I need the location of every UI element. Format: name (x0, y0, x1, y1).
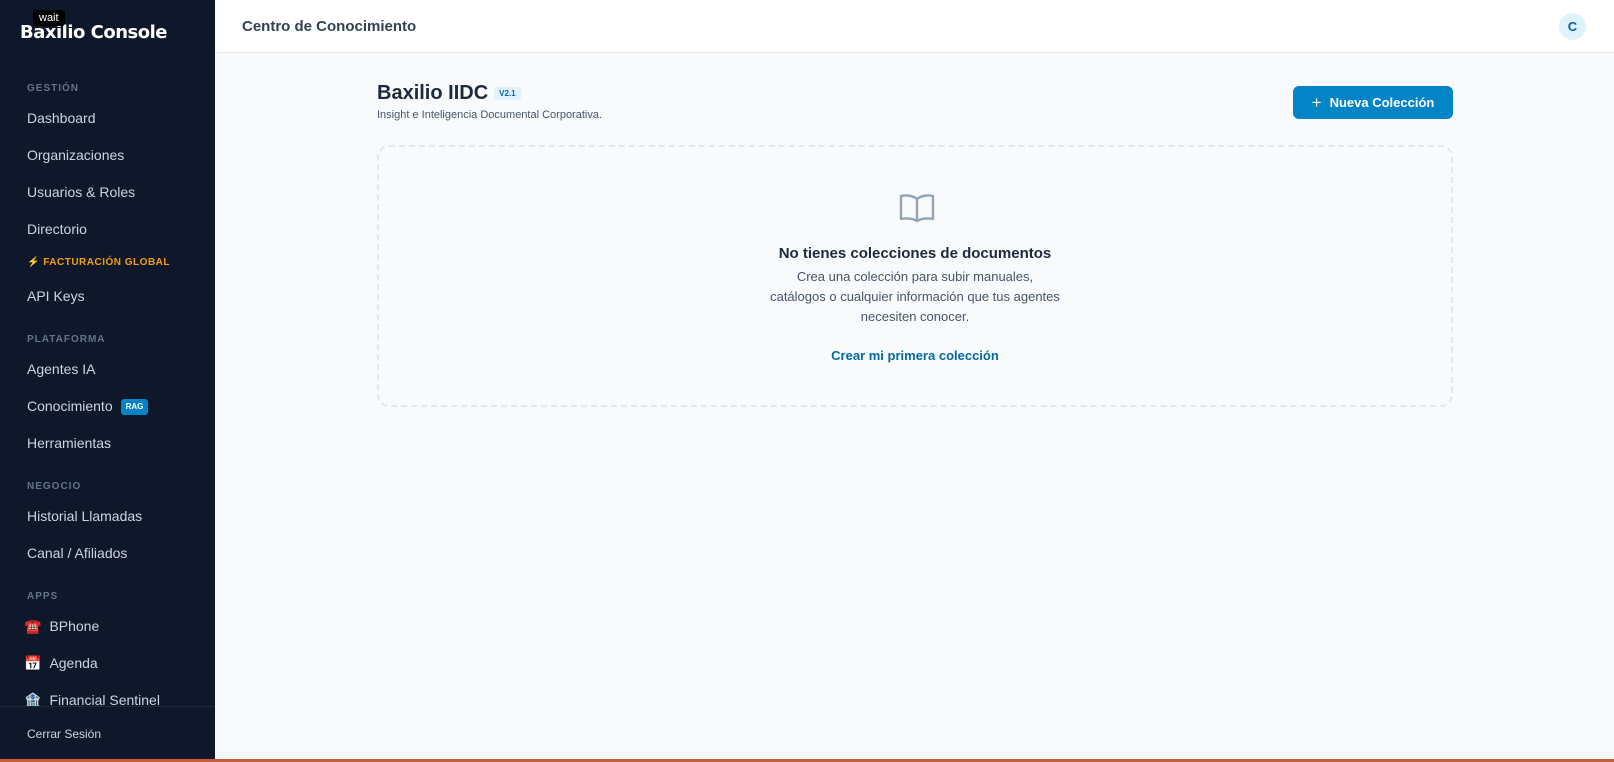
top-bar: Centro de Conocimiento C (215, 0, 1614, 53)
section-plataforma: PLATAFORMA (27, 334, 106, 345)
sidebar-footer: Cerrar Sesión (0, 706, 215, 762)
book-icon (899, 194, 935, 223)
sidebar-item-label: Organizaciones (27, 147, 125, 163)
section-apps: APPS (27, 591, 59, 602)
sidebar-item-label: Directorio (27, 221, 87, 237)
sidebar-item-label: Herramientas (27, 435, 112, 451)
empty-state-title: No tienes colecciones de documentos (778, 245, 1052, 262)
sidebar-item-facturacion[interactable]: ⚡ FACTURACIÓN GLOBAL (0, 248, 215, 278)
section-negocio: NEGOCIO (27, 481, 82, 492)
sidebar: Baxilio Console wait GESTIÓN Dashboard O… (0, 0, 215, 762)
sidebar-item-label: Agentes IA (27, 361, 96, 377)
sidebar-item-usuarios[interactable]: Usuarios & Roles (0, 174, 215, 211)
sidebar-item-historial[interactable]: Historial Llamadas (0, 498, 215, 535)
rag-badge: RAG (120, 398, 149, 415)
sidebar-nav: GESTIÓN Dashboard Organizaciones Usuario… (0, 78, 215, 719)
section-gestion: GESTIÓN (27, 83, 80, 94)
page-header-title: Centro de Conocimiento (242, 18, 417, 35)
sidebar-item-conocimiento[interactable]: Conocimiento RAG (0, 388, 215, 425)
sidebar-item-bphone[interactable]: ☎️ BPhone (0, 608, 215, 645)
sidebar-item-label: Historial Llamadas (27, 508, 143, 524)
empty-state-description: Crea una colección para subir manuales, … (379, 267, 1451, 327)
sidebar-item-directorio[interactable]: Directorio (0, 211, 215, 248)
empty-desc-line: Crea una colección para subir manuales, (796, 269, 1034, 284)
sidebar-item-label: Dashboard (27, 110, 96, 126)
calendar-icon: 📅 (24, 655, 42, 671)
sidebar-item-herramientas[interactable]: Herramientas (0, 425, 215, 462)
sidebar-item-label: Canal / Afiliados (27, 545, 128, 561)
version-badge: V2.1 (494, 87, 521, 100)
logout-button[interactable]: Cerrar Sesión (27, 727, 101, 741)
phone-icon: ☎️ (24, 618, 42, 634)
sidebar-item-label: Conocimiento (27, 398, 113, 414)
sidebar-item-organizaciones[interactable]: Organizaciones (0, 137, 215, 174)
sidebar-item-api-keys[interactable]: API Keys (0, 278, 215, 315)
sidebar-item-dashboard[interactable]: Dashboard (0, 100, 215, 137)
wait-tooltip: wait (33, 10, 65, 26)
new-collection-label: Nueva Colección (1329, 95, 1435, 110)
sidebar-item-label: Agenda (49, 655, 98, 671)
plus-icon: + (1311, 93, 1322, 112)
sidebar-item-label: BPhone (49, 618, 100, 634)
empty-desc-line: catálogos o cualquier información que tu… (770, 289, 1060, 304)
sidebar-item-canal[interactable]: Canal / Afiliados (0, 535, 215, 572)
empty-desc-line: necesiten conocer. (860, 309, 970, 324)
sidebar-item-agentes[interactable]: Agentes IA (0, 351, 215, 388)
sidebar-item-agenda[interactable]: 📅 Agenda (0, 645, 215, 682)
avatar[interactable]: C (1559, 13, 1586, 40)
page-heading: Baxilio IIDC V2.1 Insight e Inteligencia … (377, 82, 602, 121)
page-subtitle: Insight e Inteligencia Documental Corpor… (377, 109, 603, 121)
sidebar-item-label: API Keys (27, 288, 85, 304)
page-title: Baxilio IIDC (377, 82, 489, 104)
sidebar-item-label: Usuarios & Roles (27, 184, 136, 200)
empty-state: No tienes colecciones de documentos Crea… (377, 145, 1453, 407)
create-first-collection-link[interactable]: Crear mi primera colección (379, 348, 1451, 363)
new-collection-button[interactable]: + Nueva Colección (1293, 86, 1453, 119)
